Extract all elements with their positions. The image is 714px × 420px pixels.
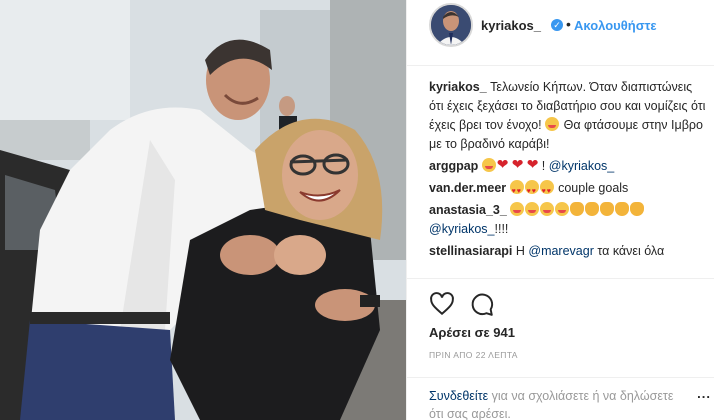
heart-eyes-emoji-icon (524, 180, 539, 201)
comment-item: anastasia_3_ @kyriakos_!!!! (429, 201, 707, 239)
login-prompt: Συνδεθείτε για να σχολιάσετε ή να δηλώσε… (407, 377, 714, 420)
comment-icon[interactable] (469, 291, 495, 317)
red-heart-emoji-icon (512, 155, 526, 174)
separator-dot: • (566, 16, 571, 32)
login-link[interactable]: Συνδεθείτε (429, 389, 488, 403)
comment-username[interactable]: stellinasiarapi (429, 244, 512, 258)
photo-illustration (0, 0, 406, 420)
post-photo (0, 0, 406, 420)
laughing-face-emoji-icon (555, 202, 570, 216)
clapping-hands-emoji-icon (585, 202, 600, 216)
follow-button[interactable]: Ακολουθήστε (574, 18, 657, 33)
post-actions: Αρέσει σε 941 ΠΡΙΝ ΑΠΟ 22 ΛΕΠΤΑ Συνδεθεί… (407, 278, 714, 420)
laughing-face-emoji-icon (525, 202, 540, 216)
avatar-image (431, 5, 471, 45)
comment-text: ! (541, 159, 546, 173)
laughing-face-emoji-icon (481, 158, 496, 172)
comment-mention[interactable]: @kyriakos_ (549, 159, 615, 173)
red-heart-emoji-icon (527, 155, 541, 174)
heart-eyes-emoji-icon (539, 180, 554, 201)
heart-eyes-emoji-icon (509, 180, 524, 201)
laughing-face-emoji-icon (540, 202, 555, 216)
comment-text: couple goals (558, 181, 629, 195)
post-header: kyriakos_ ✓ • Ακολουθήστε (407, 0, 714, 66)
caption: kyriakos_ Τελωνείο Κήπων. Όταν διαπιστών… (429, 78, 707, 154)
comment-text: !!!! (494, 222, 509, 236)
comment-username[interactable]: van.der.meer (429, 181, 506, 195)
comment-item: arggpap ! @kyriakos_ (429, 155, 707, 176)
caption-username[interactable]: kyriakos_ (429, 80, 487, 94)
heart-icon[interactable] (429, 291, 455, 317)
comment-mention[interactable]: @kyriakos_ (429, 222, 495, 236)
clapping-hands-emoji-icon (615, 202, 630, 216)
comment-text-before: Η (515, 244, 525, 258)
more-options-button[interactable]: ... (697, 386, 711, 401)
post-timestamp[interactable]: ΠΡΙΝ ΑΠΟ 22 ΛΕΠΤΑ (429, 350, 518, 360)
likes-count[interactable]: Αρέσει σε 941 (429, 325, 515, 340)
laughing-face-emoji-icon (510, 202, 525, 216)
red-heart-emoji-icon (497, 155, 511, 174)
comment-item: van.der.meer couple goals (429, 179, 707, 201)
avatar[interactable] (429, 3, 473, 47)
laughing-face-emoji-icon (545, 117, 560, 131)
clapping-hands-emoji-icon (600, 202, 615, 216)
comment-username[interactable]: anastasia_3_ (429, 203, 507, 217)
verified-badge-icon: ✓ (551, 19, 563, 31)
clapping-hands-emoji-icon (630, 202, 645, 216)
comment-item: stellinasiarapi Η @marevagr τα κάνει όλα (429, 242, 707, 261)
comment-text: τα κάνει όλα (597, 244, 665, 258)
comment-username[interactable]: arggpap (429, 159, 478, 173)
login-text: Συνδεθείτε για να σχολιάσετε ή να δηλώσε… (429, 387, 679, 420)
comments-list: kyriakos_ Τελωνείο Κήπων. Όταν διαπιστών… (429, 78, 707, 264)
comment-mention[interactable]: @marevagr (528, 244, 594, 258)
author-username[interactable]: kyriakos_ (481, 18, 541, 33)
clapping-hands-emoji-icon (570, 202, 585, 216)
post-side-panel: kyriakos_ ✓ • Ακολουθήστε kyriakos_ Τελω… (406, 0, 714, 420)
